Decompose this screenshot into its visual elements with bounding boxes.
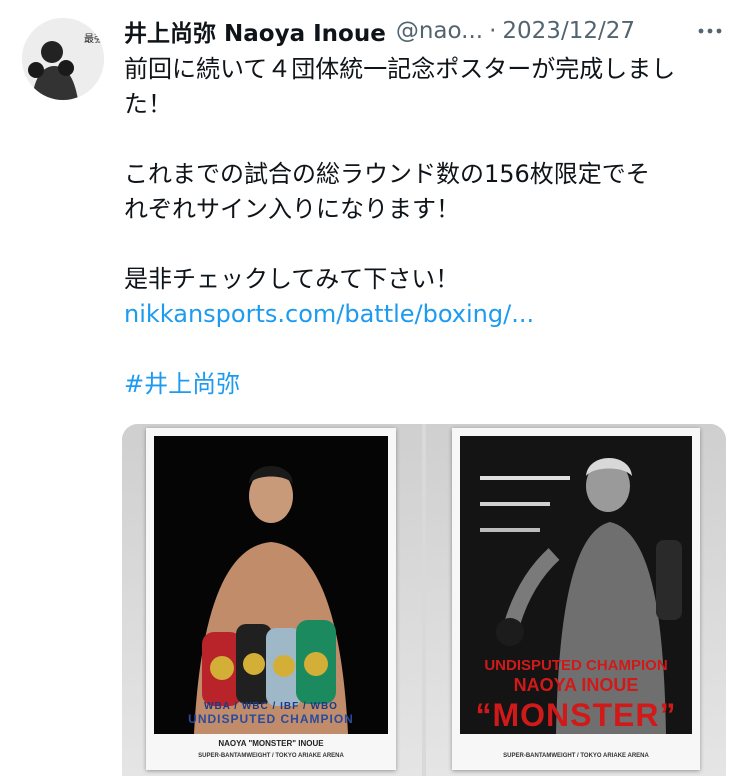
tweet-header: 井上尚弥 Naoya Inoue @nao... · 2023/12/27 (124, 14, 724, 48)
poster-left-photo (154, 436, 388, 734)
text-line: 是非チェックしてみて下さい！ (124, 265, 460, 293)
text-line: これまでの試合の総ラウンド数の156枚限定でそ (124, 160, 650, 188)
text-line: れぞれサイン入りになります！ (124, 195, 460, 223)
handle[interactable]: @nao... (396, 18, 483, 44)
avatar-calligraphy: 最強 (84, 32, 104, 45)
text-line: 前回に続いて４団体統一記念ポスターが完成しまし (124, 55, 676, 83)
poster-left-line4: SUPER-BANTAMWEIGHT / TOKYO ARIAKE ARENA (198, 753, 344, 759)
poster-right-line1: UNDISPUTED CHAMPION (484, 657, 668, 674)
poster-left-line2: UNDISPUTED CHAMPION (188, 712, 354, 726)
poster-left: WBA / WBC / IBF / WBO UNDISPUTED CHAMPIO… (146, 428, 396, 770)
text-line: た！ (124, 90, 172, 118)
poster-right: UNDISPUTED CHAMPION NAOYA INOUE “MONSTER… (452, 428, 700, 770)
separator: · (489, 18, 497, 44)
poster-right-line3: “MONSTER” (475, 697, 677, 733)
poster-right-line4: SUPER-BANTAMWEIGHT / TOKYO ARIAKE ARENA (503, 753, 649, 759)
avatar[interactable]: 最強 (22, 18, 104, 100)
timestamp[interactable]: 2023/12/27 (502, 18, 635, 44)
poster-left-line3: NAOYA "MONSTER" INOUE (218, 739, 324, 748)
article-link[interactable]: nikkansports.com/battle/boxing/... (124, 297, 724, 332)
display-name[interactable]: 井上尚弥 Naoya Inoue (124, 14, 386, 48)
media-image-left[interactable]: WBA / WBC / IBF / WBO UNDISPUTED CHAMPIO… (122, 424, 422, 776)
tweet-text: 前回に続いて４団体統一記念ポスターが完成しまし た！ これまでの試合の総ラウンド… (124, 52, 724, 402)
avatar-photo: 最強 (22, 18, 104, 100)
more-dots-icon[interactable] (696, 14, 724, 48)
hashtag-link[interactable]: #井上尚弥 (124, 367, 724, 402)
media-image-right[interactable]: UNDISPUTED CHAMPION NAOYA INOUE “MONSTER… (426, 424, 726, 776)
poster-left-line1: WBA / WBC / IBF / WBO (204, 701, 338, 712)
poster-right-line2: NAOYA INOUE (513, 675, 639, 695)
media-gallery: WBA / WBC / IBF / WBO UNDISPUTED CHAMPIO… (122, 424, 726, 776)
